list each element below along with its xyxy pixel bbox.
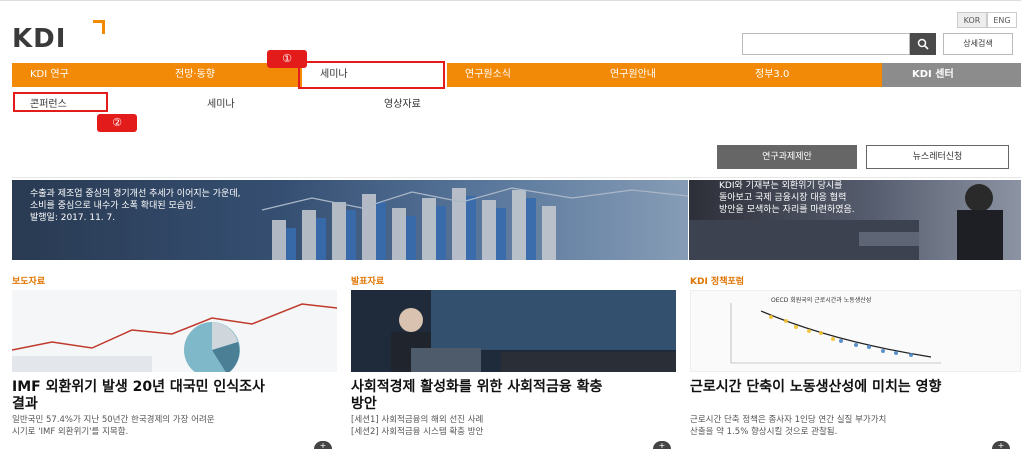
- card-desc-press: 일반국민 57.4%가 지난 50년간 한국경제의 가장 어려운 시기로 'IM…: [12, 414, 337, 438]
- annotation-box-2: [13, 92, 108, 112]
- thumb-policy-forum-chart[interactable]: OECD 회원국의 근로시간과 노동생산성: [690, 290, 1021, 372]
- card-desc-presentation: [세션1] 사회적금융의 해외 선진 사례 [세션2] 사회적금융 시스템 확충…: [351, 414, 676, 438]
- annotation-badge-2: ②: [97, 114, 137, 132]
- hero-right-text: KDI와 기재부는 외환위기 당시를 돌아보고 국제 금융시장 대응 협력 방안…: [719, 180, 855, 216]
- annotation-badge-1: ①: [267, 50, 307, 68]
- card-desc-press-line-2: 시기로 'IMF 외환위기'를 지목함.: [12, 427, 129, 437]
- card-title-policy-forum[interactable]: 근로시간 단축이 노동생산성에 미치는 영향: [690, 379, 1021, 396]
- seminar-photo: [391, 290, 676, 372]
- nav-gov30[interactable]: 정부3.0: [737, 63, 882, 87]
- nav-kdi-research[interactable]: KDI 연구: [12, 63, 157, 87]
- hero-banner-left[interactable]: 수출과 제조업 중심의 경기개선 추세가 이어지는 가운데, 소비를 중심으로 …: [12, 180, 688, 260]
- newsletter-signup-button[interactable]: 뉴스레터신청: [866, 145, 1009, 169]
- card-desc-policy-forum-line-2: 산출을 약 1.5% 향상시킬 것으로 관찰됨.: [690, 427, 838, 437]
- card-title-presentation[interactable]: 사회적경제 활성화를 위한 사회적금융 확충 방안: [351, 379, 676, 413]
- card-desc-policy-forum: 근로시간 단축 정책은 종사자 1인당 연간 실질 부가가치 산출을 약 1.5…: [690, 414, 1021, 438]
- kdi-logo[interactable]: KDI: [12, 24, 66, 54]
- card-title-presentation-line-1: 사회적경제 활성화를 위한 사회적금융 확충: [351, 379, 603, 395]
- search-button[interactable]: [910, 33, 936, 55]
- research-proposal-button[interactable]: 연구과제제안: [717, 145, 857, 169]
- hero-left-text: 수출과 제조업 중심의 경기개선 추세가 이어지는 가운데, 소비를 중심으로 …: [30, 188, 240, 224]
- card-title-press-line-2: 결과: [12, 396, 38, 412]
- nav-institute-info[interactable]: 연구원안내: [592, 63, 737, 87]
- lang-kor-button[interactable]: KOR: [957, 12, 987, 28]
- lang-eng-button[interactable]: ENG: [987, 12, 1017, 28]
- pie-chart-icon: [12, 303, 337, 372]
- hero-left-date: 발행일: 2017. 11. 7.: [30, 213, 116, 223]
- main-nav: KDI 연구 전망·동향 세미나 연구원소식 연구원안내 정부3.0 KDI 센…: [12, 63, 1021, 87]
- card-desc-policy-forum-line-1: 근로시간 단축 정책은 종사자 1인당 연간 실질 부가가치: [690, 415, 887, 425]
- subnav-seminar[interactable]: 세미나: [207, 95, 235, 110]
- hero-right-line-1: KDI와 기재부는 외환위기 당시를: [719, 181, 843, 191]
- card-desc-press-line-1: 일반국민 57.4%가 지난 50년간 한국경제의 가장 어려운: [12, 415, 215, 425]
- search-icon: [917, 38, 929, 50]
- card-title-presentation-line-2: 방안: [351, 396, 377, 412]
- thumb-chart-title: OECD 회원국의 근로시간과 노동생산성: [771, 297, 872, 304]
- card-desc-presentation-line-2: [세션2] 사회적금융 시스템 확충 방안: [351, 427, 484, 437]
- hero-banner-right[interactable]: KDI와 기재부는 외환위기 당시를 돌아보고 국제 금융시장 대응 협력 방안…: [689, 180, 1021, 260]
- more-button-presentation[interactable]: +: [653, 441, 671, 449]
- search-input[interactable]: [742, 33, 910, 55]
- language-switch: KOR ENG: [957, 12, 1017, 28]
- section-label-policy-forum[interactable]: KDI 정책포럼: [690, 274, 744, 287]
- card-desc-presentation-line-1: [세션1] 사회적금융의 해외 선진 사례: [351, 415, 484, 425]
- more-button-press[interactable]: +: [314, 441, 332, 449]
- logo-mark-icon: [93, 20, 105, 34]
- hero-left-line-2: 소비를 중심으로 내수가 소폭 확대된 모습임.: [30, 201, 197, 211]
- card-title-press-line-1: IMF 외환위기 발생 20년 대국민 인식조사: [12, 379, 265, 395]
- thumb-presentation-image[interactable]: [351, 290, 676, 372]
- nav-kdi-center[interactable]: KDI 센터: [882, 63, 1021, 87]
- more-button-policy-forum[interactable]: +: [992, 441, 1010, 449]
- top-border: [0, 0, 1021, 1]
- hero-right-line-2: 돌아보고 국제 금융시장 대응 협력: [719, 193, 847, 203]
- card-title-policy-forum-line-1: 근로시간 단축이 노동생산성에 미치는 영향: [690, 379, 942, 395]
- thumb-press-image[interactable]: [12, 290, 337, 372]
- nav-institute-news[interactable]: 연구원소식: [447, 63, 592, 87]
- hero-left-line-1: 수출과 제조업 중심의 경기개선 추세가 이어지는 가운데,: [30, 189, 241, 199]
- subnav-video[interactable]: 영상자료: [384, 95, 421, 110]
- hero-right-line-3: 방안을 모색하는 자리를 마련하였음.: [719, 205, 855, 215]
- detail-search-button[interactable]: 상세검색: [943, 33, 1013, 55]
- section-label-press[interactable]: 보도자료: [12, 274, 45, 287]
- annotation-box-1: [298, 61, 445, 89]
- section-label-presentation[interactable]: 발표자료: [351, 274, 384, 287]
- card-title-press[interactable]: IMF 외환위기 발생 20년 대국민 인식조사 결과: [12, 379, 337, 413]
